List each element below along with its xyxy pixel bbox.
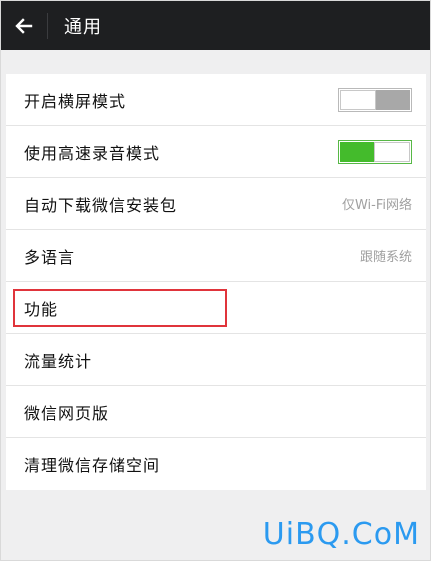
top-bar: 通用	[1, 1, 430, 50]
setting-clear-storage[interactable]: 清理微信存储空间	[6, 438, 426, 490]
setting-label: 多语言	[24, 247, 76, 267]
arrow-left-icon	[15, 17, 33, 34]
setting-auto-download[interactable]: 自动下载微信安装包 仅Wi-Fi网络	[6, 178, 426, 230]
setting-value: 跟随系统	[359, 250, 412, 265]
watermark: UiBQ.CoM	[262, 517, 420, 552]
setting-label: 自动下载微信安装包	[24, 195, 178, 215]
toggle-knob	[340, 89, 376, 110]
setting-label: 微信网页版	[24, 403, 110, 423]
setting-high-speed-recording[interactable]: 使用高速录音模式	[6, 126, 426, 178]
screen: 通用 开启横屏模式 使用高速录音模式 自动下载微信安装包 仅Wi-Fi网络 多语…	[0, 0, 431, 561]
setting-features[interactable]: 功能	[6, 282, 426, 334]
landscape-mode-toggle[interactable]	[338, 87, 412, 112]
setting-label: 使用高速录音模式	[24, 143, 161, 163]
toggle-knob	[374, 141, 410, 162]
setting-label: 开启横屏模式	[24, 91, 127, 111]
toggle-track	[340, 141, 374, 162]
setting-web-wechat[interactable]: 微信网页版	[6, 386, 426, 438]
toggle-track	[376, 89, 410, 110]
setting-label: 清理微信存储空间	[24, 456, 161, 475]
setting-label: 流量统计	[24, 351, 93, 371]
high-speed-recording-toggle[interactable]	[338, 139, 412, 164]
back-button[interactable]	[1, 1, 47, 50]
page-title: 通用	[64, 16, 102, 38]
settings-list: 开启横屏模式 使用高速录音模式 自动下载微信安装包 仅Wi-Fi网络 多语言 跟…	[6, 74, 426, 490]
setting-landscape-mode[interactable]: 开启横屏模式	[6, 74, 426, 126]
setting-value: 仅Wi-Fi网络	[341, 198, 412, 213]
highlight-box	[13, 289, 227, 327]
setting-language[interactable]: 多语言 跟随系统	[6, 230, 426, 282]
header-divider	[47, 12, 48, 39]
setting-data-usage[interactable]: 流量统计	[6, 334, 426, 386]
